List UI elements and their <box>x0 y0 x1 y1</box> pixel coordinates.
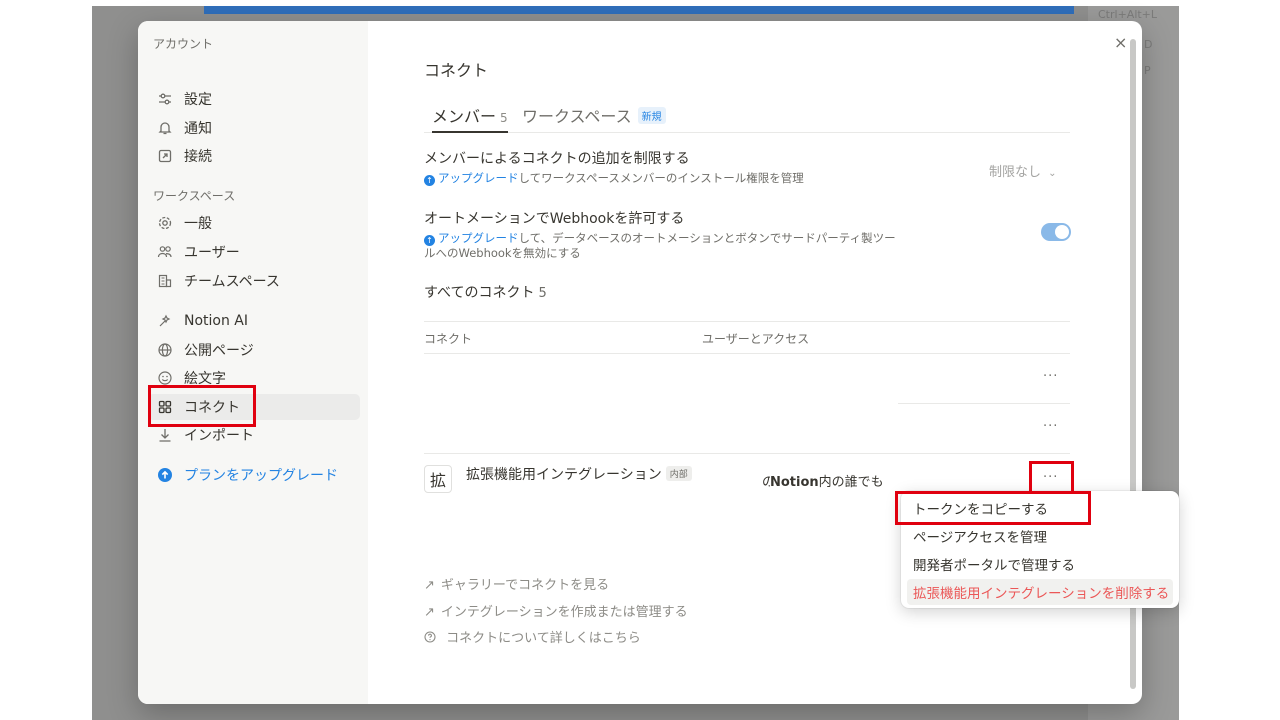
chevron-down-icon: ⌄ <box>1048 168 1057 179</box>
all-connections-count: 5 <box>538 286 547 301</box>
sidebar-item-notion-ai[interactable]: Notion AI <box>148 308 360 334</box>
table-row-divider <box>898 403 1070 404</box>
webhook-title: オートメーションでWebhookを許可する <box>424 211 685 227</box>
sidebar-item-notifications[interactable]: 通知 <box>148 115 360 141</box>
manage-integrations-link[interactable]: ↗ インテグレーションを作成または管理する <box>424 601 688 620</box>
sidebar-item-label: 接続 <box>184 149 212 165</box>
restriction-value: 制限なし <box>989 165 1042 180</box>
restrict-connections-desc: ↑ アップグレードしてワークスペースメンバーのインストール権限を管理 <box>424 171 884 186</box>
integration-name: 拡張機能用インテグレーション <box>466 467 662 483</box>
sidebar-item-connections[interactable]: 接続 <box>148 143 360 169</box>
background-shortcut-text: P <box>1144 64 1151 77</box>
highlight-box-connect <box>148 385 256 427</box>
gear-icon <box>156 214 174 232</box>
arrow-up-right-icon: ↗ <box>424 578 435 593</box>
external-link-icon <box>156 147 174 165</box>
background-shortcut-text: D <box>1144 38 1153 51</box>
developer-portal-menu-item[interactable]: 開発者ポータルで管理する <box>907 551 1173 577</box>
arrow-up-right-icon: ↗ <box>424 605 435 620</box>
setting-desc-text: してワークスペースメンバーのインストール権限を管理 <box>518 171 804 185</box>
access-prefix: の <box>762 475 770 490</box>
link-label: コネクトについて詳しくはこちら <box>446 631 641 646</box>
help-circle-icon <box>424 631 440 646</box>
integration-access: のNotion内の誰でも <box>762 471 884 490</box>
sidebar-item-label: Notion AI <box>184 313 249 329</box>
sidebar-item-general[interactable]: 一般 <box>148 210 360 236</box>
table-header-divider <box>424 353 1070 354</box>
webhook-desc: ↑ アップグレードして、データベースのオートメーションとボタンでサードパーティ製ツ… <box>424 231 904 261</box>
table-top-divider <box>424 321 1070 322</box>
column-header-access: ユーザーとアクセス <box>702 332 810 346</box>
integration-icon: 拡 <box>424 465 452 493</box>
upgrade-link[interactable]: アップグレード <box>438 231 519 245</box>
manage-page-access-menu-item[interactable]: ページアクセスを管理 <box>907 523 1173 549</box>
arrow-up-circle-icon: ↑ <box>424 235 435 246</box>
new-badge: 新規 <box>637 107 666 124</box>
arrow-up-circle-icon <box>156 466 174 484</box>
link-label: インテグレーションを作成または管理する <box>440 605 688 620</box>
tab-bar: メンバー 5 ワークスペース 新規 <box>424 103 1070 133</box>
delete-integration-menu-item[interactable]: 拡張機能用インテグレーションを削除する <box>907 579 1173 605</box>
restrict-connections-title: メンバーによるコネクトの追加を制限する <box>424 151 690 167</box>
sidebar-item-settings[interactable]: 設定 <box>148 86 360 112</box>
gallery-link[interactable]: ↗ ギャラリーでコネクトを見る <box>424 574 609 593</box>
sidebar-item-label: 設定 <box>184 92 212 108</box>
sidebar-item-public-pages[interactable]: 公開ページ <box>148 337 360 363</box>
sidebar-upgrade-button[interactable]: プランをアップグレード <box>148 462 360 488</box>
row-more-button[interactable]: ··· <box>1043 369 1058 384</box>
background-shortcut-text: Ctrl+Alt+L <box>1098 8 1158 21</box>
sliders-icon <box>156 90 174 108</box>
internal-badge: 内部 <box>665 466 692 481</box>
all-connections-heading: すべてのコネクト 5 <box>424 282 547 302</box>
sidebar-item-label: プランをアップグレード <box>184 468 338 484</box>
background-toolbar <box>204 6 1074 14</box>
highlight-box-copy-token <box>895 491 1091 525</box>
tab-workspace[interactable]: ワークスペース 新規 <box>522 103 666 133</box>
sidebar-item-label: 公開ページ <box>184 343 254 359</box>
sidebar-item-label: 一般 <box>184 216 212 232</box>
close-icon[interactable]: × <box>1114 33 1127 52</box>
access-rest: 内の誰でも <box>818 475 884 490</box>
globe-icon <box>156 341 174 359</box>
upgrade-link[interactable]: アップグレード <box>438 171 519 185</box>
sidebar-item-users[interactable]: ユーザー <box>148 239 360 265</box>
tab-count: 5 <box>500 111 508 125</box>
sidebar-item-label: ユーザー <box>184 245 240 261</box>
notion-ai-icon <box>156 312 174 330</box>
webhook-toggle[interactable] <box>1041 223 1071 241</box>
restriction-select[interactable]: 制限なし ⌄ <box>989 161 1057 180</box>
table-row-divider <box>424 453 1070 454</box>
tab-label: ワークスペース <box>522 107 632 126</box>
sidebar-item-label: チームスペース <box>184 274 280 290</box>
row-more-button[interactable]: ··· <box>1043 419 1058 434</box>
sidebar-item-label: インポート <box>184 428 254 444</box>
sidebar-item-teamspaces[interactable]: チームスペース <box>148 268 360 294</box>
all-connections-label: すべてのコネクト <box>424 285 535 301</box>
page-title: コネクト <box>424 61 489 80</box>
bell-icon <box>156 119 174 137</box>
access-bold: Notion <box>770 475 819 490</box>
settings-sidebar: アカウント 設定 通知 接続 ワークスペース 一般 ユーザー チームスペース N… <box>138 21 368 704</box>
sidebar-section-workspace: ワークスペース <box>153 189 236 203</box>
sidebar-section-account: アカウント <box>153 37 214 51</box>
users-icon <box>156 243 174 261</box>
building-icon <box>156 272 174 290</box>
integration-name-cell: 拡張機能用インテグレーション 内部 <box>466 464 692 484</box>
learn-more-link[interactable]: コネクトについて詳しくはこちら <box>424 627 641 646</box>
highlight-box-more <box>1029 461 1074 494</box>
tab-members[interactable]: メンバー 5 <box>432 103 508 133</box>
sidebar-item-label: 通知 <box>184 121 212 137</box>
tab-label: メンバー <box>432 107 497 126</box>
arrow-up-circle-icon: ↑ <box>424 175 435 186</box>
column-header-connect: コネクト <box>424 332 473 346</box>
download-icon <box>156 426 174 444</box>
link-label: ギャラリーでコネクトを見る <box>440 578 610 593</box>
